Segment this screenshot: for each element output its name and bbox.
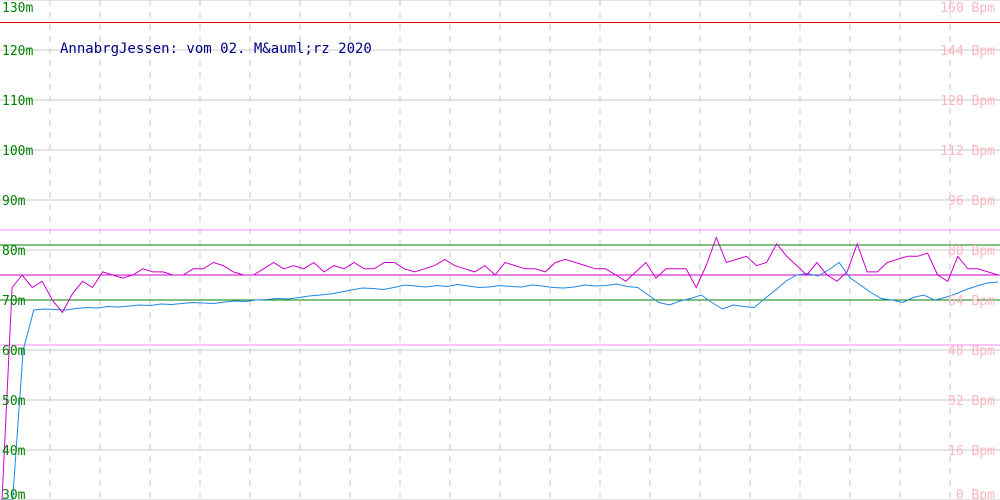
y-left-tick-label: 90m — [2, 194, 26, 209]
chart-root: 130m 120m 110m 100m 90m 80m 70m 60m 50m 40m 30m 16… — [0, 0, 1000, 500]
line-chart: 130m 120m 110m 100m 90m 80m 70m 60m 50m 40m 30m 16… — [0, 0, 1000, 500]
y-left-tick-label: 110m — [2, 94, 33, 109]
y-right-tick-label: 48 Bpm — [948, 344, 995, 359]
y-right-tick-label: 128 Bpm — [940, 94, 995, 109]
series-line-1 — [2, 261, 999, 500]
y-right-tick-label: 32 Bpm — [948, 394, 995, 409]
y-right-tick-labels: 160 Bpm 144 Bpm 128 Bpm 112 Bpm 96 Bpm 80 Bpm… — [940, 1, 995, 500]
y-left-tick-label: 120m — [2, 44, 33, 59]
y-right-tick-label: 80 Bpm — [948, 244, 995, 259]
y-left-tick-label: 60m — [2, 344, 26, 359]
y-left-tick-label: 130m — [2, 1, 33, 16]
chart-title: AnnabrgJessen: vom 02. M&auml;rz 2020 — [60, 41, 372, 57]
grid — [0, 0, 1000, 500]
y-right-tick-label: 16 Bpm — [948, 444, 995, 459]
y-right-tick-label: 160 Bpm — [940, 1, 995, 16]
y-left-tick-label: 30m — [2, 488, 26, 500]
y-right-tick-label: 112 Bpm — [940, 144, 995, 159]
y-right-tick-label: 96 Bpm — [948, 194, 995, 209]
y-right-tick-label: 144 Bpm — [940, 44, 995, 59]
y-left-tick-label: 80m — [2, 244, 26, 259]
y-left-tick-label: 40m — [2, 444, 26, 459]
y-left-tick-label: 100m — [2, 144, 33, 159]
y-right-tick-label: 0 Bpm — [956, 488, 995, 500]
y-right-tick-label: 64 Bpm — [948, 294, 995, 309]
y-left-tick-label: 50m — [2, 394, 26, 409]
y-left-tick-label: 70m — [2, 294, 26, 309]
